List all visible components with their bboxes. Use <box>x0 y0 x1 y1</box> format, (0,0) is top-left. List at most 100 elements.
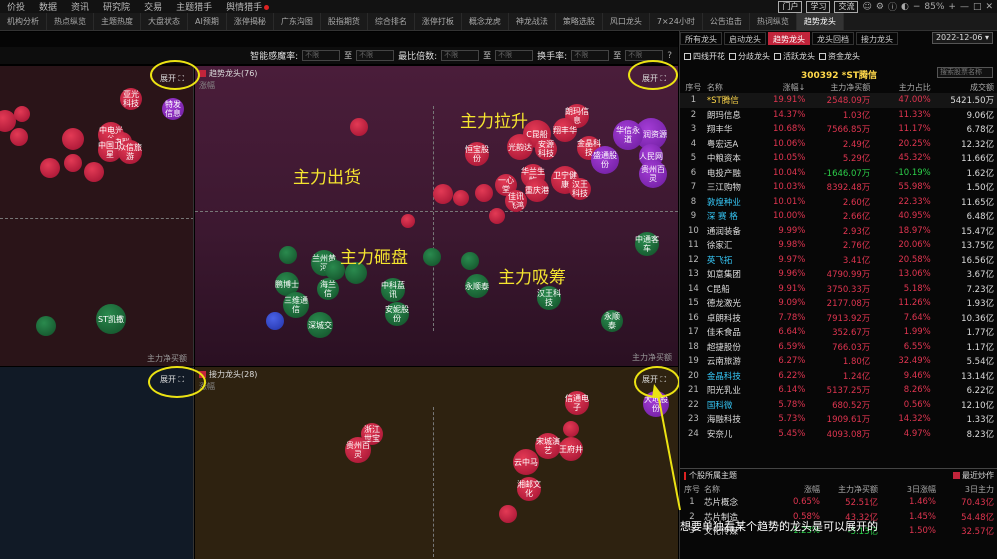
menu-item-theme-hunter[interactable]: 主题猎手 <box>169 0 219 13</box>
menu-item-trade[interactable]: 交易 <box>137 0 169 13</box>
tab-guangdong[interactable]: 广东沟图 <box>274 13 321 30</box>
tab-ranking[interactable]: 综合排名 <box>368 13 415 30</box>
bubble-stock-anyuan[interactable]: 安源科技 <box>535 138 557 160</box>
bubble-stock-anni[interactable]: 安妮股份 <box>385 302 409 326</box>
column-header[interactable]: 涨幅 <box>768 483 820 495</box>
bubble[interactable] <box>62 128 84 150</box>
check-four-lines[interactable]: 四线开花 <box>684 51 725 62</box>
menu-item-research[interactable]: 研究院 <box>96 0 137 13</box>
bubble-stock-zhongke[interactable]: 中科蓝讯 <box>381 278 405 302</box>
check-active[interactable]: 活跃龙头 <box>774 51 815 62</box>
menu-item-value[interactable]: 价投 <box>0 0 32 13</box>
maximize-icon[interactable]: □ <box>973 2 982 12</box>
tab-trend-dragon[interactable]: 趋势龙头 <box>796 13 844 30</box>
filter-smart-max[interactable]: 不限 <box>356 50 395 61</box>
bubble[interactable] <box>10 128 28 146</box>
tab-limit-up[interactable]: 涨停揭秘 <box>227 13 274 30</box>
checkbox[interactable] <box>953 472 960 479</box>
bubble[interactable] <box>279 246 297 264</box>
bubble[interactable] <box>453 190 469 206</box>
bubble-stock-tefa[interactable]: 特发信息 <box>162 98 184 120</box>
zoom-in-icon[interactable]: + <box>948 2 956 12</box>
table-row[interactable]: 16 卓朗科技 7.78% 7913.92万 7.64% 10.36亿 <box>680 311 997 326</box>
table-row[interactable]: 17 佳禾食品 6.64% 352.67万 1.99% 1.77亿 <box>680 325 997 340</box>
tab-wind-dragon[interactable]: 风口龙头 <box>603 13 650 30</box>
table-row[interactable]: 11 徐家汇 9.98% 2.76亿 20.06% 13.75亿 <box>680 238 997 253</box>
bubble-stock-guizhou-2[interactable]: 贵州百灵 <box>345 437 371 463</box>
bubble[interactable] <box>461 252 479 270</box>
tab-institution[interactable]: 机构分析 <box>0 13 47 30</box>
table-row[interactable]: 7 三江购物 10.03% 8392.48万 55.98% 1.50亿 <box>680 180 997 195</box>
bubble-stock-yunzhongma[interactable]: 云中马 <box>513 449 539 475</box>
column-header[interactable]: 涨幅↓ <box>765 81 806 93</box>
bubble-stock-shenchengjiao[interactable]: 深城交 <box>307 312 333 338</box>
column-header[interactable]: 3日主力 <box>936 483 997 495</box>
tab-hotspot[interactable]: 热点纵览 <box>47 13 94 30</box>
close-icon[interactable]: ✕ <box>985 2 993 12</box>
bubble-stock-wangfujing[interactable]: 王府井 <box>559 437 583 461</box>
column-header[interactable]: 3日涨幅 <box>878 483 936 495</box>
bubble-stock-yongshuntai[interactable]: 永顺泰 <box>601 310 623 332</box>
bubble-stock-xiangyou[interactable]: 湘邮文化 <box>517 477 541 501</box>
table-row[interactable]: 22 国科微 5.78% 680.52万 0.56% 12.10亿 <box>680 398 997 413</box>
bubble[interactable] <box>489 208 505 224</box>
bubble[interactable] <box>563 421 579 437</box>
table-row[interactable]: 8 敦煌种业 10.01% 2.60亿 22.33% 11.65亿 <box>680 195 997 210</box>
checkbox[interactable] <box>819 53 826 60</box>
bubble[interactable] <box>350 118 368 136</box>
table-row[interactable]: 5 中粮资本 10.05% 5.29亿 45.32% 11.66亿 <box>680 151 997 166</box>
table-row[interactable]: 14 C昆船 9.91% 3750.33万 5.18% 7.23亿 <box>680 282 997 297</box>
column-header[interactable]: 主力净买额 <box>805 81 870 93</box>
community-button[interactable]: 交流 <box>834 0 859 13</box>
column-header[interactable]: 名称 <box>707 81 765 93</box>
bubble-stock-xintong[interactable]: 信通电子 <box>565 391 589 415</box>
learn-button[interactable]: 学习 <box>806 0 831 13</box>
tab-board-hit[interactable]: 涨停打板 <box>415 13 462 30</box>
table-row[interactable]: 2 朗玛信息 14.37% 1.03亿 11.33% 9.06亿 <box>680 108 997 123</box>
filter-ratio-max[interactable]: 不限 <box>495 50 534 61</box>
bubble-stock-songcheng[interactable]: 宋城演艺 <box>535 433 561 459</box>
bubble-stock-hanwang[interactable]: 汉王科技 <box>569 178 591 200</box>
bubble-stock-xiangfeng[interactable]: 翔丰华 <box>553 118 577 142</box>
bubble-stock-hanwang-2[interactable]: 汉王科技 <box>537 286 561 310</box>
date-picker[interactable]: 2022-12-06 ▾ <box>931 32 993 44</box>
skin-icon[interactable]: ◐ <box>901 2 909 12</box>
bubble[interactable] <box>40 158 60 178</box>
menu-item-news[interactable]: 资讯 <box>64 0 96 13</box>
bubble-stock-shengtong[interactable]: 盛通股份 <box>591 146 619 174</box>
bubble[interactable] <box>266 312 284 330</box>
bubble[interactable] <box>84 162 104 182</box>
column-header[interactable]: 主力净买额 <box>820 483 878 495</box>
tab-ai-expect[interactable]: AI预期 <box>188 13 227 30</box>
bubble-stock-yongshun[interactable]: 永顺泰 <box>465 274 489 298</box>
info-icon[interactable]: ⓘ <box>888 0 897 13</box>
table-row[interactable]: 9 深 赛 格 10.00% 2.66亿 40.95% 6.48亿 <box>680 209 997 224</box>
bubble-stock-sanwei[interactable]: 三维通信 <box>283 292 309 318</box>
stock-search-input[interactable]: 搜索股票名称 <box>937 67 993 78</box>
column-header[interactable]: 主力占比 <box>870 81 931 93</box>
table-row[interactable]: 18 超捷股份 6.59% 766.03万 6.55% 1.17亿 <box>680 340 997 355</box>
settings-icon[interactable]: ⚙ <box>876 2 884 12</box>
checkbox[interactable] <box>729 53 736 60</box>
column-header[interactable]: 序号 <box>680 81 707 93</box>
zoom-out-icon[interactable]: − <box>913 2 921 12</box>
table-row[interactable]: 12 英飞拓 9.97% 3.41亿 20.58% 16.56亿 <box>680 253 997 268</box>
tab-concept-dragon[interactable]: 概念龙虎 <box>462 13 509 30</box>
check-capital[interactable]: 资金龙头 <box>819 51 860 62</box>
table-row[interactable]: 4 粤宏远A 10.06% 2.49亿 20.25% 12.32亿 <box>680 137 997 152</box>
portal-button[interactable]: 门户 <box>778 0 803 13</box>
table-row[interactable]: 1 *ST腾信 19.91% 2548.09万 47.00% 5421.50万 <box>680 93 997 108</box>
tab-hotword[interactable]: 热词纵览 <box>750 13 797 30</box>
table-row[interactable]: 1 芯片概念 0.65% 52.51亿 1.46% 70.43亿 <box>680 495 997 510</box>
bubble[interactable] <box>401 214 415 228</box>
tab-announcement[interactable]: 公告追击 <box>703 13 750 30</box>
tab-theme-heat[interactable]: 主题热度 <box>94 13 141 30</box>
table-row[interactable]: 23 海融科技 5.73% 1909.61万 14.32% 1.33亿 <box>680 412 997 427</box>
tab-strategy[interactable]: 策略选股 <box>556 13 603 30</box>
table-row[interactable]: 3 翔丰华 10.68% 7566.85万 11.17% 6.78亿 <box>680 122 997 137</box>
subtab-launch[interactable]: 启动龙头 <box>724 32 766 45</box>
checkbox[interactable] <box>774 53 781 60</box>
tab-7x24[interactable]: 7×24小时 <box>650 13 703 30</box>
bubble[interactable] <box>433 184 453 204</box>
table-row[interactable]: 24 安奈儿 5.45% 4093.08万 4.97% 8.23亿 <box>680 427 997 442</box>
